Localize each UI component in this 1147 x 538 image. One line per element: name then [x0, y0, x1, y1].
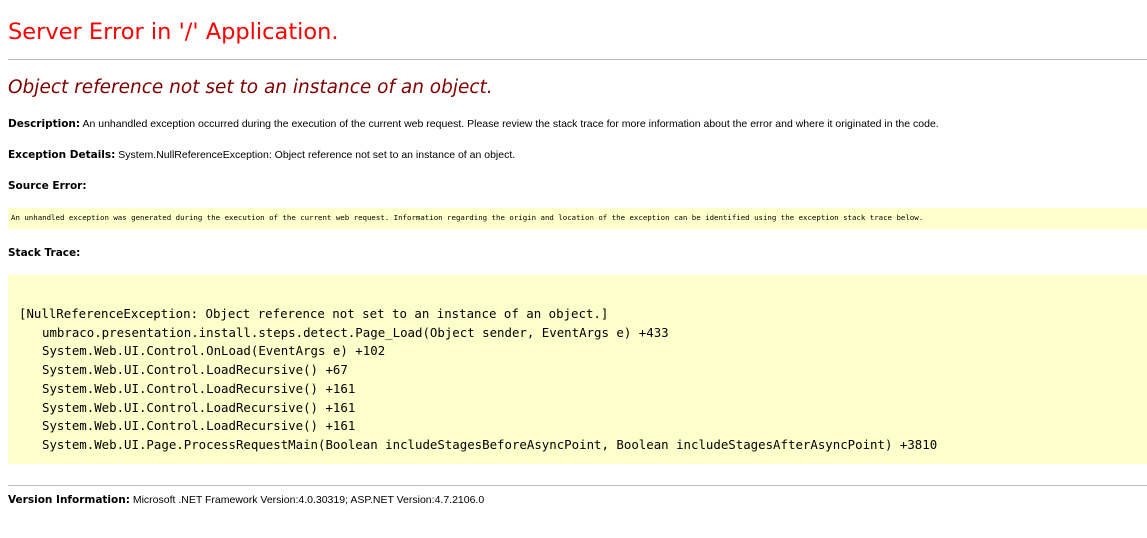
stack-trace-label: Stack Trace: — [8, 247, 81, 259]
exception-details-line: Exception Details: System.NullReferenceE… — [8, 148, 515, 162]
source-error-line: Source Error: — [8, 179, 87, 193]
source-error-text: An unhandled exception was generated dur… — [11, 213, 924, 222]
error-page: Server Error in '/' Application. Object … — [0, 0, 1147, 538]
version-information-line: Version Information: Microsoft .NET Fram… — [8, 493, 484, 507]
source-error-label: Source Error: — [8, 180, 87, 192]
stack-frame: System.Web.UI.Control.LoadRecursive() +1… — [42, 418, 356, 434]
error-message: Object reference not set to an instance … — [8, 77, 493, 98]
stack-trace-text: [NullReferenceException: Object referenc… — [19, 305, 937, 455]
stack-trace-header: [NullReferenceException: Object referenc… — [19, 306, 609, 321]
source-error-box: An unhandled exception was generated dur… — [8, 208, 1147, 229]
stack-frame: System.Web.UI.Control.OnLoad(EventArgs e… — [42, 343, 386, 359]
stack-frame: System.Web.UI.Page.ProcessRequestMain(Bo… — [42, 436, 938, 452]
page-title: Server Error in '/' Application. — [8, 19, 339, 45]
title-divider — [8, 59, 1147, 60]
version-information-label: Version Information: — [8, 494, 130, 506]
exception-details-label: Exception Details: — [8, 149, 116, 161]
stack-frame: System.Web.UI.Control.LoadRecursive() +1… — [42, 380, 356, 396]
version-information-text: Microsoft .NET Framework Version:4.0.303… — [132, 494, 485, 506]
version-divider — [8, 485, 1147, 486]
stack-frame: System.Web.UI.Control.LoadRecursive() +6… — [42, 362, 348, 378]
description-label: Description: — [8, 118, 81, 130]
stack-trace-line: Stack Trace: — [8, 246, 80, 260]
stack-trace-box: [NullReferenceException: Object referenc… — [8, 275, 1147, 464]
exception-details-text: System.NullReferenceException: Object re… — [118, 149, 516, 161]
description-line: Description: An unhandled exception occu… — [8, 117, 939, 131]
description-text: An unhandled exception occurred during t… — [82, 118, 939, 130]
stack-frame: umbraco.presentation.install.steps.detec… — [42, 324, 669, 340]
stack-frame: System.Web.UI.Control.LoadRecursive() +1… — [42, 399, 356, 415]
